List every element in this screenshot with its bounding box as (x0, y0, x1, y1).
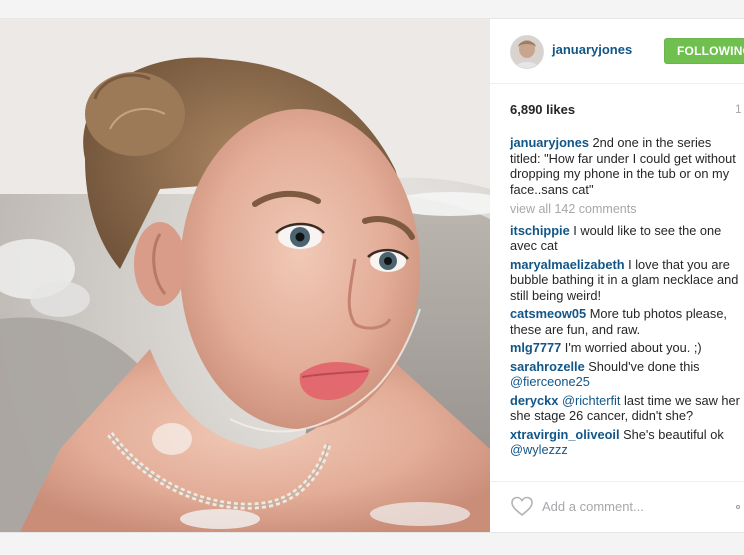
instagram-post: januaryjones FOLLOWING 6,890 likes 1 jan… (0, 18, 744, 533)
comment-author-link[interactable]: deryckx (510, 393, 558, 408)
view-all-comments-row: view all 142 comments (510, 202, 740, 218)
comment-item: maryalmaelizabeth I love that you are bu… (510, 257, 740, 304)
comment-text: She's beautiful ok (623, 426, 724, 442)
likes-count[interactable]: 6,890 likes (510, 102, 575, 117)
comment-mention-link[interactable]: @richterfit (562, 393, 621, 408)
post-caption: januaryjones 2nd one in the series title… (510, 135, 740, 197)
post-details-panel: januaryjones FOLLOWING 6,890 likes 1 jan… (490, 19, 744, 532)
comments-fade (490, 467, 744, 481)
likes-row: 6,890 likes 1 (510, 101, 744, 121)
comment-author-link[interactable]: sarahrozelle (510, 359, 585, 374)
post-time[interactable]: 1 (735, 102, 742, 116)
comment-author-link[interactable]: itschippie (510, 223, 570, 238)
comment-author-link[interactable]: catsmeow05 (510, 306, 586, 321)
add-comment-input[interactable] (542, 496, 722, 516)
comment-text: I'm worried about you. ;) (564, 340, 702, 355)
comment-author-link[interactable]: mlg7777 (510, 340, 561, 355)
view-all-comments-link[interactable]: view all 142 comments (510, 202, 740, 218)
caption-author-link[interactable]: januaryjones (510, 135, 589, 150)
following-button[interactable]: FOLLOWING (664, 38, 744, 64)
post-footer (490, 481, 744, 532)
comment-item: deryckx @richterfit last time we saw her… (510, 393, 740, 424)
comment-text: Should've done this (588, 358, 700, 374)
comments-list: januaryjones 2nd one in the series title… (510, 135, 740, 461)
heart-icon[interactable] (510, 494, 534, 518)
comment-author-link[interactable]: maryalmaelizabeth (510, 257, 625, 272)
post-header: januaryjones FOLLOWING (490, 19, 744, 84)
bathtub-selfie-image (0, 19, 490, 532)
comment-item: itschippie I would like to see the one a… (510, 223, 740, 254)
comment-mention-link[interactable]: @fierceone25 (510, 374, 590, 389)
comment-item: catsmeow05 More tub photos please, these… (510, 306, 740, 337)
comment-mention-link[interactable]: @wylezzz (510, 442, 568, 457)
comment-item: xtravirgin_oliveoil She's beautiful ok @… (510, 427, 740, 458)
post-username-link[interactable]: januaryjones (552, 42, 632, 57)
comment-item: sarahrozelle Should've done this @fierce… (510, 359, 740, 390)
avatar[interactable] (510, 35, 544, 69)
more-options-icon[interactable] (736, 505, 740, 509)
avatar-image (511, 36, 543, 68)
comment-author-link[interactable]: xtravirgin_oliveoil (510, 427, 620, 442)
comment-item: mlg7777 I'm worried about you. ;) (510, 340, 740, 356)
post-photo[interactable] (0, 19, 490, 532)
